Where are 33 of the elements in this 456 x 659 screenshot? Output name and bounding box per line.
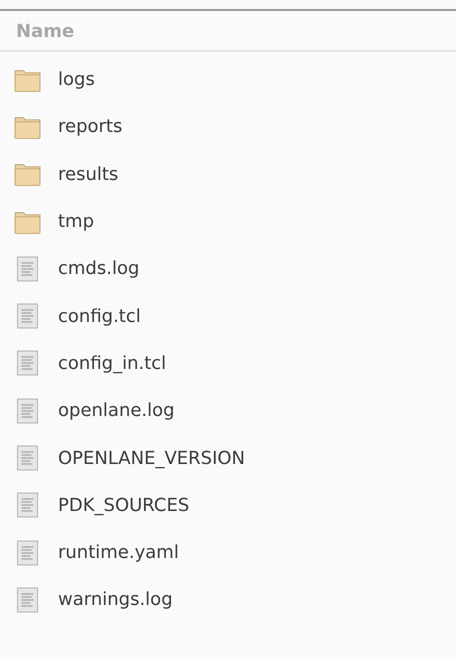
file-row[interactable]: runtime.yaml	[0, 528, 456, 576]
file-name: tmp	[58, 211, 94, 232]
file-row[interactable]: config_in.tcl	[0, 340, 456, 388]
folder-icon	[14, 161, 41, 188]
document-icon	[14, 350, 41, 376]
file-name: OPENLANE_VERSION	[58, 448, 246, 469]
file-name: results	[58, 164, 118, 185]
file-name: cmds.log	[58, 258, 140, 280]
document-icon	[14, 303, 41, 330]
document-icon	[14, 398, 41, 424]
file-name: logs	[58, 69, 95, 90]
file-row[interactable]: openlane.log	[0, 387, 456, 434]
document-icon	[14, 586, 41, 613]
file-name: config_in.tcl	[58, 352, 166, 374]
file-name: reports	[58, 116, 122, 138]
file-name: runtime.yaml	[58, 542, 179, 564]
file-row[interactable]: results	[0, 150, 456, 198]
file-name: PDK_SOURCES	[58, 494, 190, 516]
document-icon	[14, 540, 41, 566]
file-name: warnings.log	[58, 589, 173, 610]
file-row[interactable]: cmds.log	[0, 245, 456, 292]
file-row[interactable]: reports	[0, 103, 456, 151]
file-row[interactable]: logs	[0, 56, 456, 104]
document-icon	[14, 256, 41, 282]
file-row[interactable]: config.tcl	[0, 292, 456, 340]
file-name: config.tcl	[58, 306, 141, 327]
file-row[interactable]: OPENLANE_VERSION	[0, 434, 456, 482]
document-icon	[14, 445, 41, 472]
file-row[interactable]: warnings.log	[0, 576, 456, 624]
document-icon	[14, 492, 41, 518]
file-row[interactable]: tmp	[0, 198, 456, 246]
file-name: openlane.log	[58, 400, 175, 422]
file-row[interactable]: PDK_SOURCES	[0, 482, 456, 529]
